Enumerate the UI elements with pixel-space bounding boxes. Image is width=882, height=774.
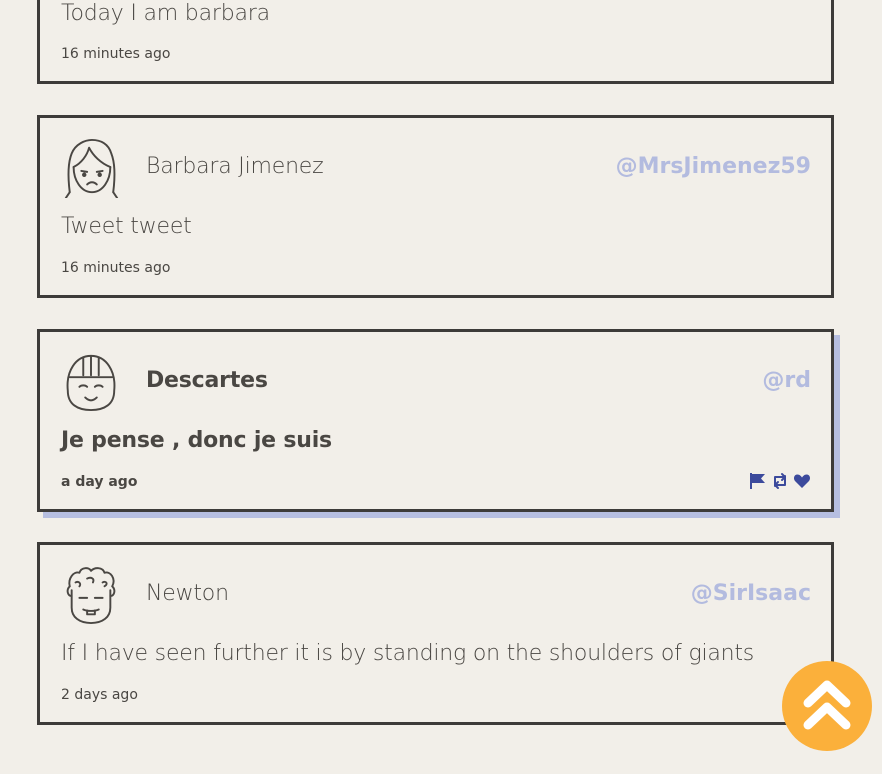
author-name[interactable]: Barbara Jimenez xyxy=(146,154,324,179)
author-handle[interactable]: @SirIsaac xyxy=(691,581,811,606)
tweet-card[interactable]: Today I am barbara 16 minutes ago xyxy=(37,0,834,84)
tweet-actions xyxy=(749,472,811,490)
tweet-card[interactable]: Barbara Jimenez @MrsJimenez59 Tweet twee… xyxy=(37,115,834,298)
tweet-time: 16 minutes ago xyxy=(61,46,171,62)
tweet-text: If I have seen further it is by standing… xyxy=(61,641,755,666)
author-name[interactable]: Descartes xyxy=(146,368,268,393)
curly-hair-avatar[interactable] xyxy=(62,565,120,625)
double-chevron-up-icon xyxy=(803,680,851,730)
woman-frown-avatar[interactable] xyxy=(62,138,120,198)
author-handle[interactable]: @MrsJimenez59 xyxy=(616,154,811,179)
heart-icon[interactable] xyxy=(793,472,811,490)
author-name[interactable]: Newton xyxy=(146,581,229,606)
tweet-text: Tweet tweet xyxy=(61,214,192,239)
flag-icon[interactable] xyxy=(749,472,767,490)
girl-smile-avatar[interactable] xyxy=(62,352,120,412)
tweet-text: Je pense , donc je suis xyxy=(61,428,332,453)
tweet-card[interactable]: Descartes @rd Je pense , donc je suis a … xyxy=(37,329,834,512)
tweet-text: Today I am barbara xyxy=(61,1,270,26)
tweet-time: 16 minutes ago xyxy=(61,260,171,276)
tweet-feed: Today I am barbara 16 minutes ago Barbar… xyxy=(0,0,882,774)
scroll-to-top-button[interactable] xyxy=(782,661,872,751)
tweet-card[interactable]: Newton @SirIsaac If I have seen further … xyxy=(37,542,834,725)
retweet-icon[interactable] xyxy=(771,472,789,490)
tweet-time: a day ago xyxy=(61,474,138,490)
tweet-time: 2 days ago xyxy=(61,687,138,703)
author-handle[interactable]: @rd xyxy=(762,368,811,393)
